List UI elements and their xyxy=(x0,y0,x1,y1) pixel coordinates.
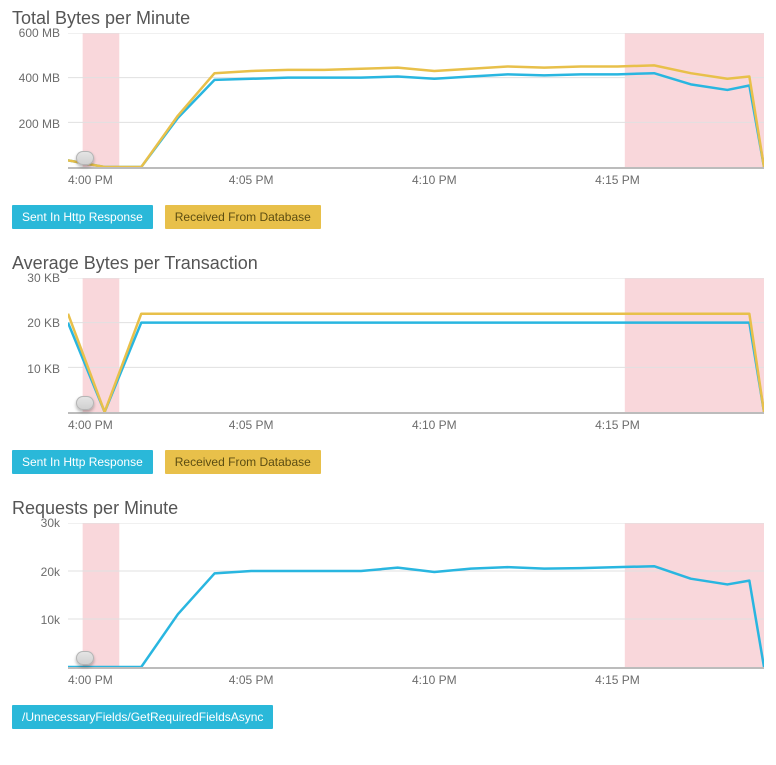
chart-title: Average Bytes per Transaction xyxy=(12,253,764,274)
x-tick-label: 4:10 PM xyxy=(412,173,457,187)
x-tick-label: 4:15 PM xyxy=(595,173,640,187)
y-tick-label: 600 MB xyxy=(19,26,60,40)
chart-plot-wrap: 200 MB400 MB600 MB 4:00 PM4:05 PM4:10 PM… xyxy=(12,33,764,193)
x-tick-label: 4:15 PM xyxy=(595,418,640,432)
x-tick-label: 4:00 PM xyxy=(68,418,113,432)
x-tick-label: 4:15 PM xyxy=(595,673,640,687)
y-tick-label: 30 KB xyxy=(27,271,60,285)
panel-avg-bytes: Average Bytes per Transaction 10 KB 20 KB… xyxy=(12,253,764,478)
legend-item-sent[interactable]: Sent In Http Response xyxy=(12,205,153,229)
chart-plot-area[interactable] xyxy=(68,33,764,169)
chart-plot-area[interactable] xyxy=(68,278,764,414)
x-tick-label: 4:05 PM xyxy=(229,173,274,187)
y-tick-label: 20k xyxy=(41,565,60,579)
x-tick-label: 4:10 PM xyxy=(412,673,457,687)
legend-item-endpoint[interactable]: /UnnecessaryFields/GetRequiredFieldsAsyn… xyxy=(12,705,273,729)
x-tick-label: 4:10 PM xyxy=(412,418,457,432)
y-tick-label: 10k xyxy=(41,613,60,627)
y-tick-label: 200 MB xyxy=(19,117,60,131)
y-tick-label: 10 KB xyxy=(27,362,60,376)
x-tick-label: 4:05 PM xyxy=(229,673,274,687)
y-tick-label: 30k xyxy=(41,516,60,530)
panel-total-bytes: Total Bytes per Minute 200 MB 400 MB 600 M… xyxy=(12,8,764,233)
x-tick-label: 4:00 PM xyxy=(68,673,113,687)
legend-item-recv[interactable]: Received From Database xyxy=(165,450,321,474)
y-axis-labels: 10 KB20 KB30 KB xyxy=(12,278,64,414)
chart-plot-wrap: 10k20k30k 4:00 PM4:05 PM4:10 PM4:15 PM xyxy=(12,523,764,693)
chart-legend: /UnnecessaryFields/GetRequiredFieldsAsyn… xyxy=(12,701,764,733)
x-axis-labels: 4:00 PM 4:05 PM 4:10 PM 4:15 PM xyxy=(68,673,764,693)
chart-legend: Sent In Http Response Received From Data… xyxy=(12,201,764,233)
grip-icon[interactable] xyxy=(76,396,94,410)
x-tick-label: 4:00 PM xyxy=(68,173,113,187)
chart-plot-area[interactable] xyxy=(68,523,764,669)
y-axis-labels: 200 MB400 MB600 MB xyxy=(12,33,64,169)
legend-item-recv[interactable]: Received From Database xyxy=(165,205,321,229)
y-tick-label: 400 MB xyxy=(19,71,60,85)
chart-plot-wrap: 10 KB20 KB30 KB 4:00 PM4:05 PM4:10 PM4:1… xyxy=(12,278,764,438)
chart-title: Requests per Minute xyxy=(12,498,764,519)
x-tick-label: 4:05 PM xyxy=(229,418,274,432)
grip-icon[interactable] xyxy=(76,651,94,665)
panel-requests: Requests per Minute 10k20k30k 4:00 PM4:0… xyxy=(12,498,764,733)
x-axis-labels: 4:00 PM 4:05 PM 4:10 PM 4:15 PM xyxy=(68,173,764,193)
y-axis-labels: 10k20k30k xyxy=(12,523,64,669)
legend-item-sent[interactable]: Sent In Http Response xyxy=(12,450,153,474)
x-axis-labels: 4:00 PM 4:05 PM 4:10 PM 4:15 PM xyxy=(68,418,764,438)
chart-legend: Sent In Http Response Received From Data… xyxy=(12,446,764,478)
y-tick-label: 20 KB xyxy=(27,316,60,330)
grip-icon[interactable] xyxy=(76,151,94,165)
chart-title: Total Bytes per Minute xyxy=(12,8,764,29)
